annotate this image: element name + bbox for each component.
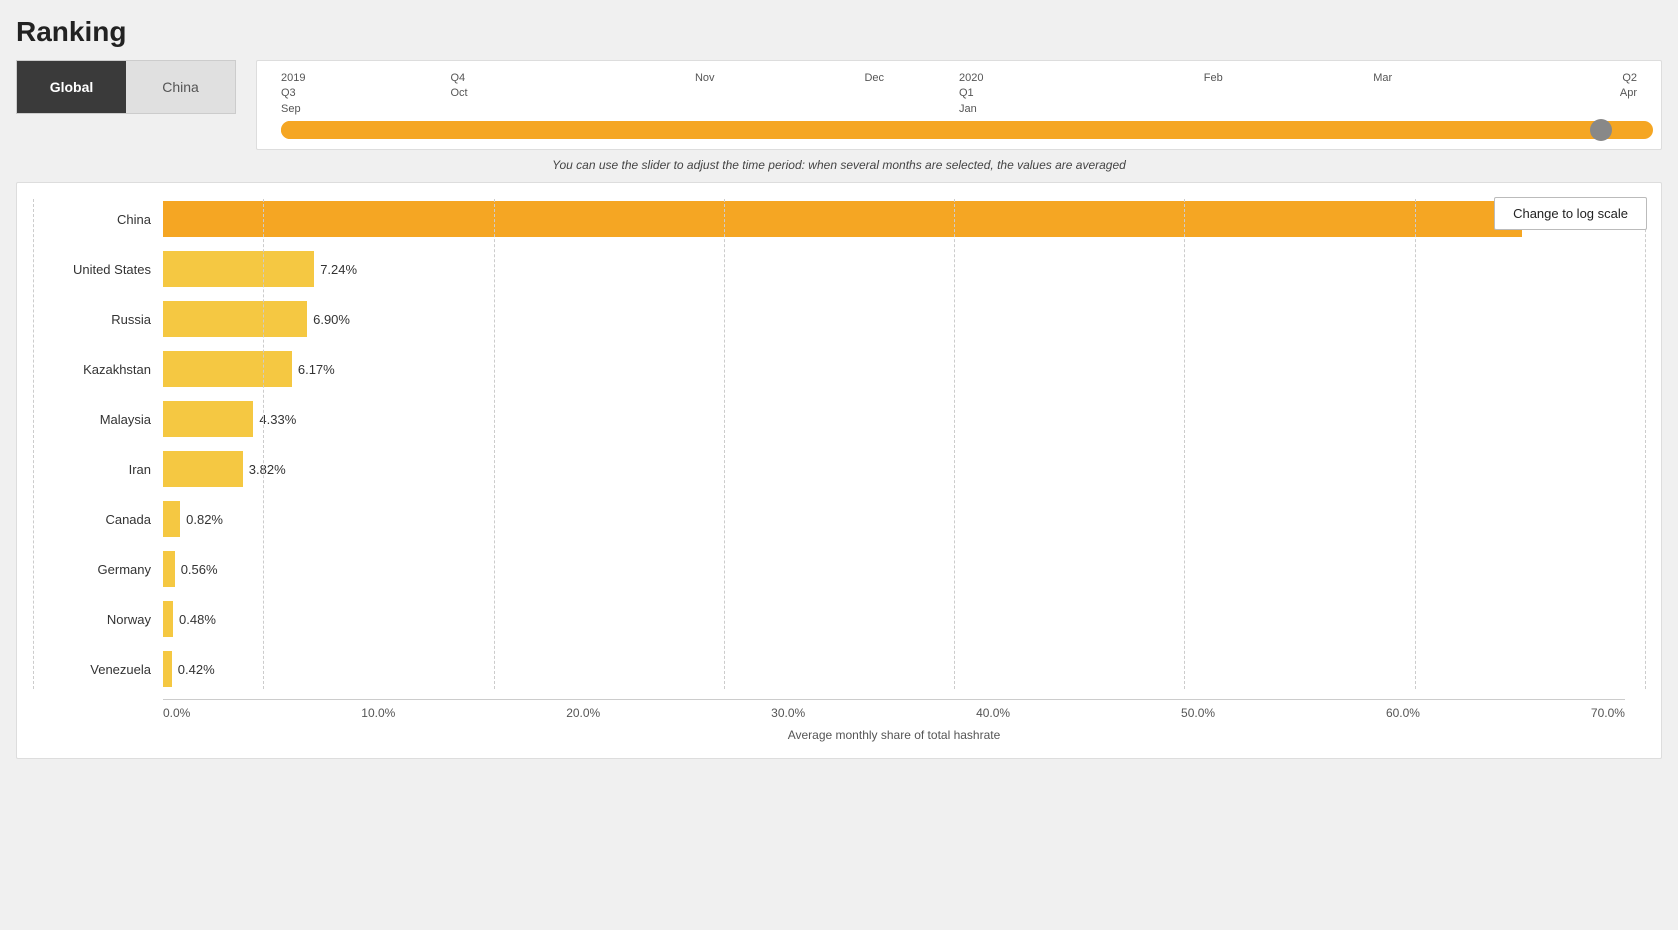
bar-country-label: Malaysia	[33, 412, 163, 427]
bar-fill	[163, 251, 314, 287]
x-tick-60: 60.0%	[1386, 706, 1420, 720]
bar-value-label: 0.56%	[181, 562, 218, 577]
bar-area: 0.42%	[163, 651, 1625, 687]
bar-row: Germany0.56%	[163, 549, 1625, 589]
quarter-q4: Q4	[451, 71, 621, 86]
page-title: Ranking	[16, 16, 1662, 48]
bar-fill	[163, 601, 173, 637]
bar-value-label: 0.82%	[186, 512, 223, 527]
bar-row: United States7.24%	[163, 249, 1625, 289]
gridline-70	[1645, 199, 1646, 689]
month-jan: Jan	[959, 102, 1129, 117]
bar-country-label: Kazakhstan	[33, 362, 163, 377]
bar-value-label: 6.90%	[313, 312, 350, 327]
bar-country-label: Germany	[33, 562, 163, 577]
x-tick-20: 20.0%	[566, 706, 600, 720]
bar-area: 4.33%	[163, 401, 1625, 437]
timeline-section: 2019 Q3 Sep Q4 Oct Nov Dec	[256, 60, 1662, 150]
month-nov: Nov	[695, 71, 715, 86]
log-scale-button[interactable]: Change to log scale	[1494, 197, 1647, 230]
bar-value-label: 0.48%	[179, 612, 216, 627]
quarter-q2: Q2	[1622, 71, 1637, 86]
year-2020: 2020	[959, 71, 1129, 86]
bar-row: Venezuela0.42%	[163, 649, 1625, 689]
bar-row: Kazakhstan6.17%	[163, 349, 1625, 389]
bar-fill	[163, 351, 292, 387]
bar-row: China65.08%	[163, 199, 1625, 239]
tab-china[interactable]: China	[126, 61, 235, 113]
chart-container: Change to log scale China65.08%Unit	[16, 182, 1662, 759]
bar-area: 3.82%	[163, 451, 1625, 487]
year-2019: 2019	[281, 71, 451, 86]
x-tick-0: 0.0%	[163, 706, 190, 720]
x-tick-30: 30.0%	[771, 706, 805, 720]
quarter-q3: Q3	[281, 86, 451, 101]
bar-fill	[163, 201, 1522, 237]
timeline-slider-selected	[281, 121, 1571, 139]
bar-fill	[163, 551, 175, 587]
tab-global[interactable]: Global	[17, 61, 126, 113]
bar-area: 0.56%	[163, 551, 1625, 587]
bar-value-label: 0.42%	[178, 662, 215, 677]
x-axis-container: 0.0% 10.0% 20.0% 30.0% 40.0% 50.0% 60.0%…	[33, 699, 1645, 742]
bar-value-label: 4.33%	[259, 412, 296, 427]
bar-value-label: 3.82%	[249, 462, 286, 477]
bar-country-label: Iran	[33, 462, 163, 477]
month-mar: Mar	[1373, 71, 1392, 86]
x-tick-10: 10.0%	[361, 706, 395, 720]
page-wrapper: Ranking Global China 2019 Q3 Sep Q4 Oct	[16, 16, 1662, 759]
bar-country-label: Canada	[33, 512, 163, 527]
bar-area: 0.82%	[163, 501, 1625, 537]
tab-buttons: Global China	[16, 60, 236, 114]
bar-country-label: Norway	[33, 612, 163, 627]
bar-country-label: Russia	[33, 312, 163, 327]
x-tick-70: 70.0%	[1591, 706, 1625, 720]
bar-value-label: 6.17%	[298, 362, 335, 377]
timeline-slider-thumb-right[interactable]	[1590, 119, 1612, 141]
bar-country-label: Venezuela	[33, 662, 163, 677]
x-axis-label: Average monthly share of total hashrate	[163, 728, 1625, 742]
bar-row: Norway0.48%	[163, 599, 1625, 639]
bar-row: Russia6.90%	[163, 299, 1625, 339]
chart-inner: China65.08%United States7.24%Russia6.90%…	[33, 199, 1645, 742]
bar-fill	[163, 401, 253, 437]
bar-country-label: United States	[33, 262, 163, 277]
bar-chart: China65.08%United States7.24%Russia6.90%…	[33, 199, 1645, 689]
bar-rows-container: China65.08% United States7.24% Russia6.90%…	[163, 199, 1625, 689]
bar-area: 6.90%	[163, 301, 1625, 337]
bar-fill	[163, 651, 172, 687]
month-dec: Dec	[864, 71, 884, 86]
bar-value-label: 7.24%	[320, 262, 357, 277]
bar-country-label: China	[33, 212, 163, 227]
x-axis: 0.0% 10.0% 20.0% 30.0% 40.0% 50.0% 60.0%…	[163, 699, 1625, 724]
bar-area: 0.48%	[163, 601, 1625, 637]
bar-area: 7.24%	[163, 251, 1625, 287]
x-tick-40: 40.0%	[976, 706, 1010, 720]
bar-row: Canada0.82%	[163, 499, 1625, 539]
bar-fill	[163, 501, 180, 537]
month-oct: Oct	[451, 86, 621, 101]
quarter-q1: Q1	[959, 86, 1129, 101]
bar-row: Malaysia4.33%	[163, 399, 1625, 439]
month-sep: Sep	[281, 102, 451, 117]
x-tick-50: 50.0%	[1181, 706, 1215, 720]
slider-hint: You can use the slider to adjust the tim…	[16, 158, 1662, 172]
month-feb: Feb	[1204, 71, 1223, 86]
month-apr: Apr	[1620, 86, 1637, 101]
timeline-slider-track[interactable]	[281, 121, 1653, 139]
bar-fill	[163, 451, 243, 487]
bar-row: Iran3.82%	[163, 449, 1625, 489]
top-section: Global China 2019 Q3 Sep Q4 Oct	[16, 60, 1662, 150]
bar-area: 65.08%	[163, 201, 1625, 237]
bar-fill	[163, 301, 307, 337]
bar-area: 6.17%	[163, 351, 1625, 387]
